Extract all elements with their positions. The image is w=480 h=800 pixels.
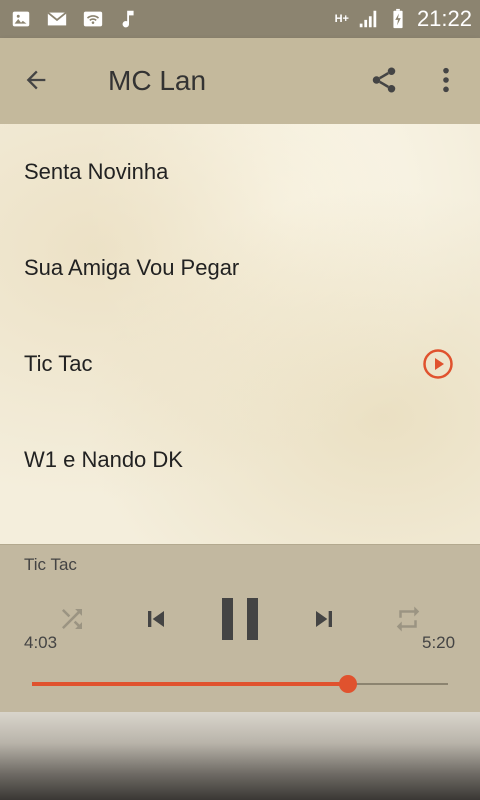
next-button[interactable] (304, 601, 344, 637)
status-time: 21:22 (416, 6, 472, 31)
music-note-icon (122, 10, 134, 28)
battery-charging-icon (393, 8, 403, 29)
mail-icon (47, 11, 67, 26)
song-item[interactable]: Senta Novinha (0, 124, 480, 220)
app-bar: MC Lan (0, 38, 480, 124)
seek-bar[interactable] (32, 675, 448, 693)
skip-next-icon (316, 611, 332, 627)
more-options-button[interactable] (428, 58, 464, 102)
shuffle-icon (62, 609, 82, 629)
signal-icon (359, 10, 377, 28)
song-title: Tic Tac (24, 351, 93, 376)
song-item[interactable]: W1 e Nando DK (0, 412, 480, 508)
pause-button[interactable] (216, 593, 264, 645)
now-playing-title: Tic Tac (24, 555, 77, 574)
share-icon (372, 67, 396, 93)
share-button[interactable] (362, 58, 406, 102)
repeat-icon (396, 606, 420, 632)
total-time: 5:20 (422, 633, 456, 652)
song-list: Senta Novinha Sua Amiga Vou Pegar Tic Ta… (0, 124, 480, 544)
song-item[interactable]: Tic Tac (0, 316, 480, 412)
seek-progress (32, 682, 349, 686)
player-panel: Tic Tac 4:03 5:20 (0, 544, 480, 713)
song-title: W1 e Nando DK (24, 447, 183, 472)
skip-previous-icon (148, 611, 164, 627)
image-icon (12, 11, 30, 27)
status-bar: H+ 21:22 (0, 0, 480, 38)
notification-icons (0, 8, 140, 30)
background-image (0, 712, 480, 800)
song-title: Senta Novinha (24, 159, 169, 184)
wifi-icon (83, 11, 103, 27)
shuffle-button[interactable] (52, 601, 92, 637)
song-item[interactable]: Sua Amiga Vou Pegar (0, 220, 480, 316)
page-title: MC Lan (108, 65, 207, 96)
more-vert-icon (443, 67, 449, 93)
previous-button[interactable] (136, 601, 176, 637)
back-button[interactable] (14, 58, 58, 102)
song-title: Sua Amiga Vou Pegar (24, 255, 240, 280)
repeat-button[interactable] (388, 601, 428, 637)
pause-icon (222, 598, 258, 640)
current-time: 4:03 (24, 633, 58, 652)
seek-thumb[interactable] (339, 675, 358, 693)
network-type-label: H+ (334, 12, 349, 25)
arrow-back-icon (26, 70, 46, 90)
play-circle-icon[interactable] (422, 348, 454, 380)
system-status: H+ 21:22 (335, 6, 480, 32)
